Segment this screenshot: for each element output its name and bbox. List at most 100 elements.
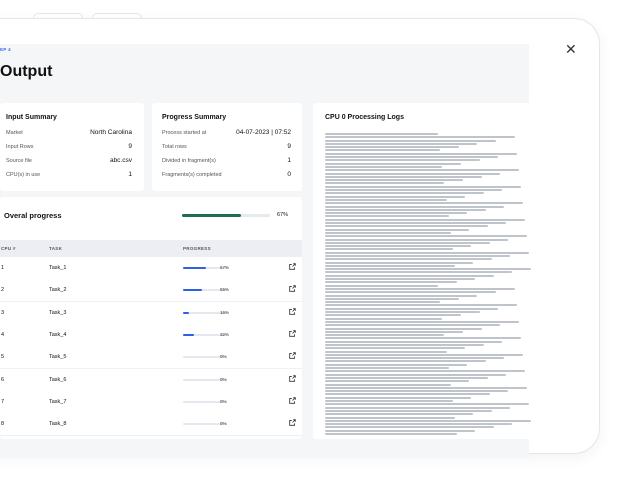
log-line — [325, 169, 519, 172]
log-line — [325, 202, 523, 205]
table-row: 7 Task_7 0% — [0, 390, 302, 414]
log-line — [325, 301, 441, 304]
log-output[interactable] — [325, 133, 531, 435]
log-line — [325, 142, 478, 145]
log-line — [325, 278, 476, 281]
log-line — [325, 205, 505, 208]
external-link-icon[interactable] — [289, 397, 296, 404]
log-line — [325, 353, 523, 356]
log-line — [325, 182, 445, 185]
log-line — [325, 222, 507, 225]
log-line — [325, 334, 445, 337]
row-key: Source file — [6, 158, 32, 164]
cpu-number: 5 — [1, 354, 5, 361]
task-progress-percent: 32% — [220, 331, 230, 337]
task-progress-percent: 0% — [220, 398, 227, 404]
cpu-number: 6 — [1, 376, 5, 383]
log-line — [325, 212, 468, 215]
task-name: Task_8 — [49, 421, 67, 428]
log-line — [325, 235, 527, 238]
log-line — [325, 426, 494, 429]
log-line — [325, 248, 453, 251]
log-line — [325, 396, 472, 399]
log-line — [325, 307, 499, 310]
step-label: EP 4 — [0, 47, 11, 52]
external-link-icon[interactable] — [289, 330, 296, 337]
row-key: Market — [6, 130, 23, 136]
table-header: CPU # TASK PROGRESS — [0, 240, 302, 257]
log-line — [325, 373, 507, 376]
column-header-progress: PROGRESS — [183, 246, 211, 251]
log-line — [325, 274, 494, 277]
log-line — [325, 294, 478, 297]
log-line — [325, 149, 441, 152]
log-line — [325, 165, 443, 168]
log-line — [325, 320, 519, 323]
log-line — [325, 225, 488, 228]
log-line — [325, 330, 464, 333]
row-value: 04-07-2023 | 07:52 — [236, 129, 291, 136]
task-progress-fill — [183, 311, 189, 314]
log-line — [325, 198, 447, 201]
log-line — [325, 340, 503, 343]
table-row: 4 Task_4 32% — [0, 323, 302, 347]
task-progress-percent: 16% — [220, 309, 230, 315]
row-key: Process started at — [162, 130, 207, 136]
row-key: Total rows — [162, 144, 187, 150]
log-line — [325, 390, 509, 393]
cpu-number: 7 — [1, 398, 5, 405]
external-link-icon[interactable] — [289, 419, 296, 426]
log-line — [325, 159, 480, 162]
log-line — [325, 429, 476, 432]
log-line — [325, 179, 464, 182]
row-value: 9 — [128, 143, 132, 150]
log-line — [325, 406, 511, 409]
log-line — [325, 347, 466, 350]
input-summary-card: Input Summary Market North Carolina Inpu… — [0, 103, 144, 191]
external-link-icon[interactable] — [289, 263, 296, 270]
overall-progress-percent: 67% — [277, 212, 289, 218]
table-row: 8 Task_8 0% — [0, 413, 302, 437]
log-line — [325, 136, 515, 139]
overall-progress-title: Overal progress — [4, 211, 62, 220]
log-line — [325, 228, 470, 231]
log-line — [325, 251, 529, 254]
log-line — [325, 327, 482, 330]
task-progress-percent: 0% — [220, 354, 227, 360]
cpu-number: 3 — [1, 309, 5, 316]
log-line — [325, 344, 484, 346]
row-key: Divided in fragment(s) — [162, 158, 216, 164]
log-line — [325, 324, 501, 327]
row-key: Fragments(s) completed — [162, 172, 222, 178]
logs-title: CPU 0 Processing Logs — [325, 114, 404, 121]
log-line — [325, 363, 468, 366]
log-line — [325, 162, 461, 165]
log-line — [325, 317, 443, 320]
log-line — [325, 409, 492, 412]
log-line — [325, 380, 470, 383]
log-line — [325, 218, 525, 221]
external-link-icon[interactable] — [289, 352, 296, 359]
log-line — [325, 271, 513, 274]
external-link-icon[interactable] — [289, 307, 296, 315]
log-line — [325, 357, 505, 360]
log-line — [325, 423, 513, 426]
external-link-icon[interactable] — [289, 374, 296, 382]
close-icon[interactable]: ✕ — [565, 42, 577, 56]
external-link-icon[interactable] — [289, 285, 296, 293]
logs-card: CPU 0 Processing Logs — [313, 103, 531, 439]
task-name: Task_4 — [49, 331, 67, 338]
log-line — [325, 281, 457, 284]
log-line — [325, 376, 488, 379]
task-name: Task_2 — [49, 287, 67, 294]
table-row: 3 Task_3 16% — [0, 301, 302, 325]
column-header-task: TASK — [49, 246, 63, 251]
log-line — [325, 393, 490, 396]
log-line — [325, 152, 517, 155]
log-line — [325, 238, 509, 241]
log-line — [325, 383, 451, 386]
log-line — [325, 156, 499, 159]
log-line — [325, 367, 449, 370]
log-line — [325, 297, 459, 300]
input-summary-title: Input Summary — [6, 114, 57, 121]
